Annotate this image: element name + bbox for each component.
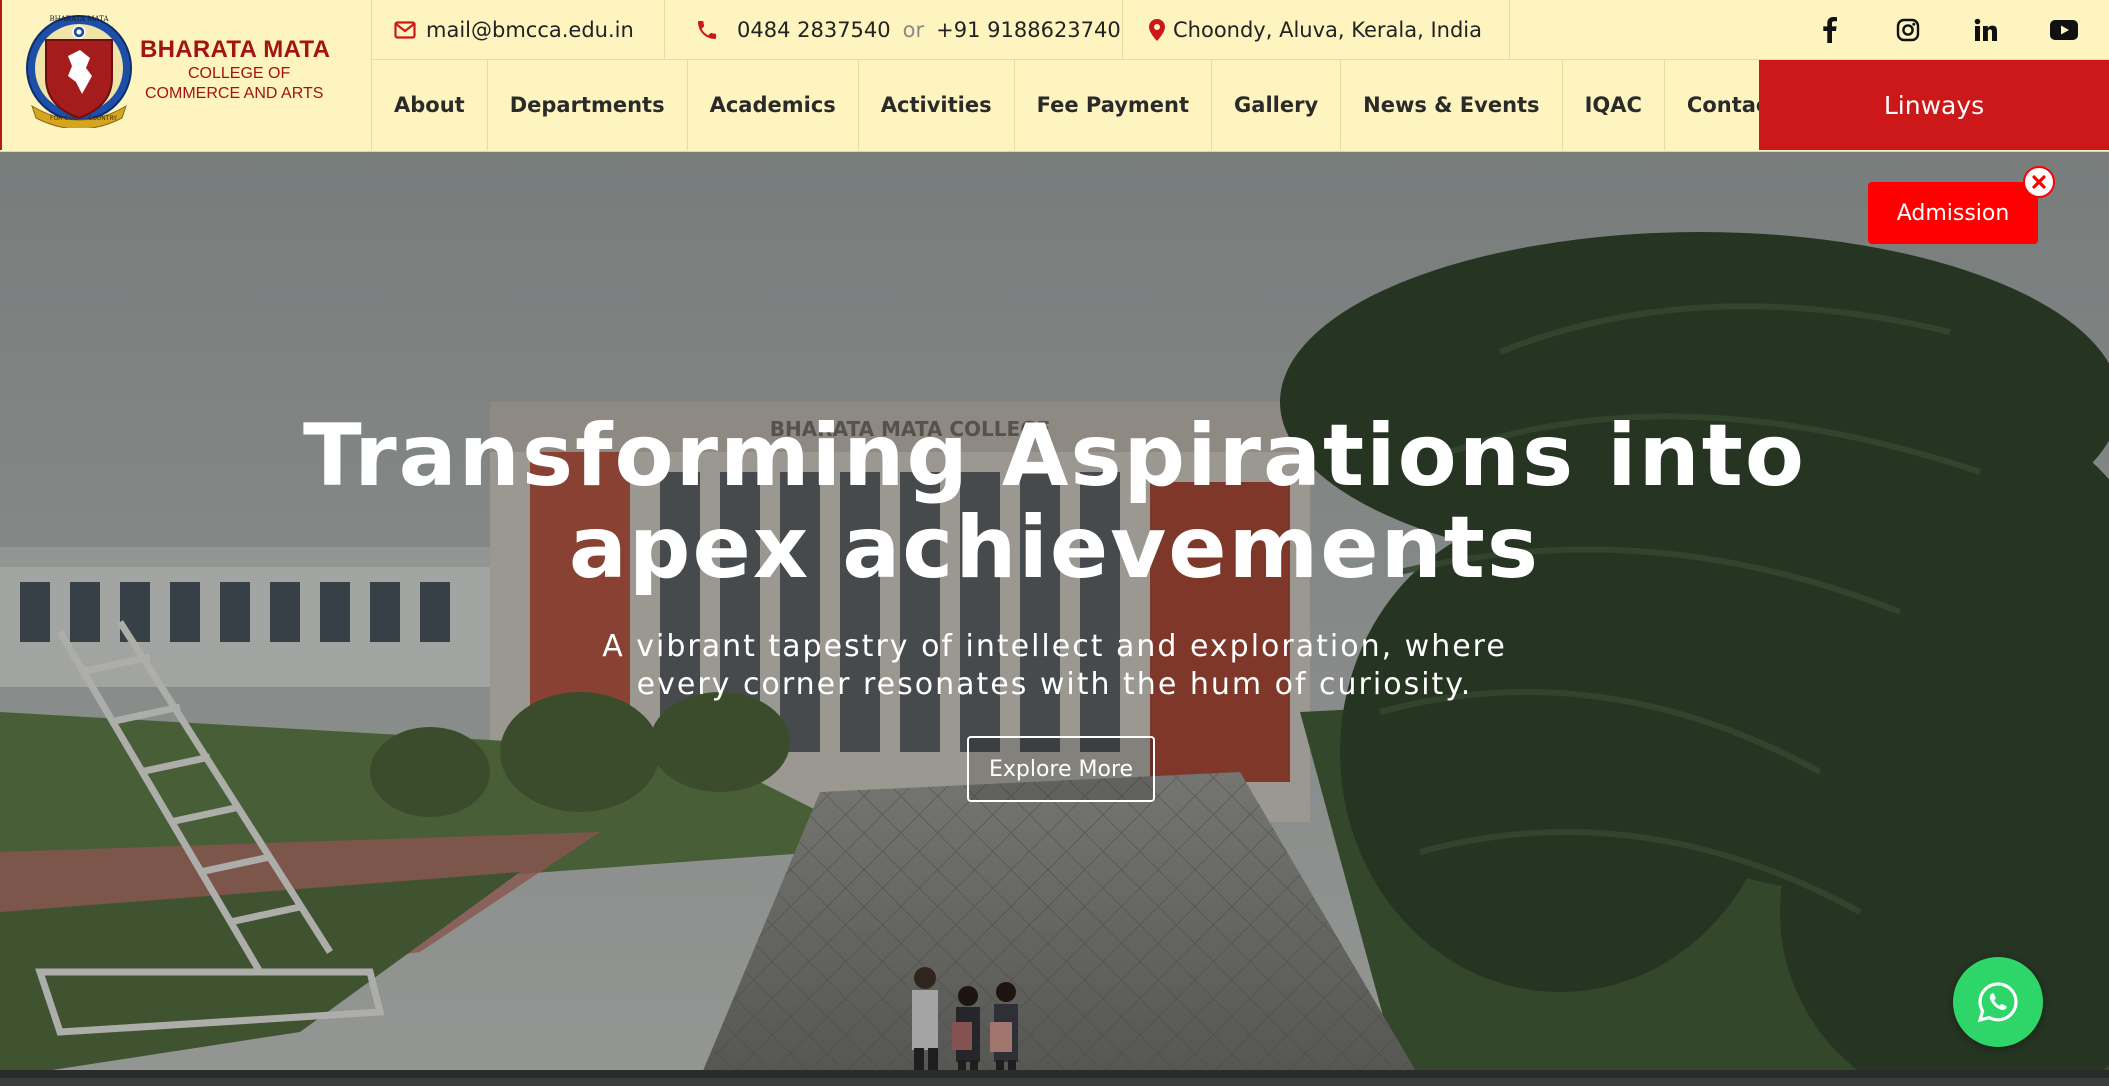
contact-topbar: mail@bmcca.edu.in 0484 2837540 or +91 91… (372, 0, 2109, 60)
hero-title-line2: apex achievements (568, 498, 1541, 598)
admission-button[interactable]: Admission (1868, 182, 2038, 244)
nav-item-departments[interactable]: Departments (488, 60, 688, 150)
hero-dark-overlay (0, 152, 2109, 1078)
crest-motto-right: COUNTRY (88, 115, 117, 122)
phone-separator: or (902, 18, 925, 42)
college-crest-logo: FOR GOD COUNTRY BHARATA MATA (26, 15, 132, 128)
hero-banner: BHARATA MATA COLLEGE Transforming Aspira… (0, 152, 2109, 1078)
brand-title: BHARATA MATA (140, 36, 331, 63)
nav-item-gallery[interactable]: Gallery (1212, 60, 1342, 150)
brand-subtitle-line2: COMMERCE AND ARTS (145, 85, 324, 102)
hero-subtitle: A vibrant tapestry of intellect and expl… (0, 628, 2109, 704)
hero-subtitle-line2: every corner resonates with the hum of c… (636, 667, 1473, 702)
phone-contact: 0484 2837540 or +91 9188623740 (665, 0, 1123, 60)
linkedin-icon[interactable] (1971, 15, 2001, 45)
nav-item-academics[interactable]: Academics (688, 60, 859, 150)
close-icon[interactable] (2023, 166, 2055, 198)
linways-button[interactable]: Linways (1759, 60, 2109, 150)
explore-more-button[interactable]: Explore More (967, 736, 1155, 802)
address-link[interactable]: Choondy, Aluva, Kerala, India (1123, 0, 1510, 60)
hero-subtitle-line1: A vibrant tapestry of intellect and expl… (602, 629, 1507, 664)
instagram-icon[interactable] (1893, 15, 1923, 45)
nav-item-news-events[interactable]: News & Events (1341, 60, 1563, 150)
envelope-icon (394, 21, 416, 39)
crest-arc-text: BHARATA MATA (50, 15, 110, 23)
nav-item-about[interactable]: About (372, 60, 488, 150)
social-links (1815, 0, 2079, 60)
hero-bottom-strip (0, 1070, 2109, 1078)
main-nav: About Departments Academics Activities F… (372, 60, 1800, 150)
address-text: Choondy, Aluva, Kerala, India (1173, 18, 1482, 42)
nav-item-fee-payment[interactable]: Fee Payment (1015, 60, 1213, 150)
nav-item-iqac[interactable]: IQAC (1563, 60, 1665, 150)
crest-motto-left: FOR GOD (50, 115, 79, 122)
phone-icon (695, 18, 719, 42)
brand-subtitle-line1: COLLEGE OF (188, 65, 291, 82)
youtube-icon[interactable] (2049, 15, 2079, 45)
hero-title: Transforming Aspirations into apex achie… (0, 410, 2109, 594)
email-text: mail@bmcca.edu.in (426, 18, 634, 42)
hero-title-line1: Transforming Aspirations into (303, 406, 1806, 506)
phone-secondary-link[interactable]: +91 9188623740 (936, 18, 1121, 42)
site-header: FOR GOD COUNTRY BHARATA MATA BHARATA MAT… (0, 0, 2109, 152)
nav-item-activities[interactable]: Activities (859, 60, 1015, 150)
map-pin-icon (1149, 19, 1165, 41)
email-link[interactable]: mail@bmcca.edu.in (372, 0, 665, 60)
brand-logo-link[interactable]: FOR GOD COUNTRY BHARATA MATA BHARATA MAT… (0, 0, 372, 150)
whatsapp-icon[interactable] (1953, 957, 2043, 1047)
facebook-icon[interactable] (1815, 15, 1845, 45)
phone-primary-link[interactable]: 0484 2837540 (737, 18, 891, 42)
